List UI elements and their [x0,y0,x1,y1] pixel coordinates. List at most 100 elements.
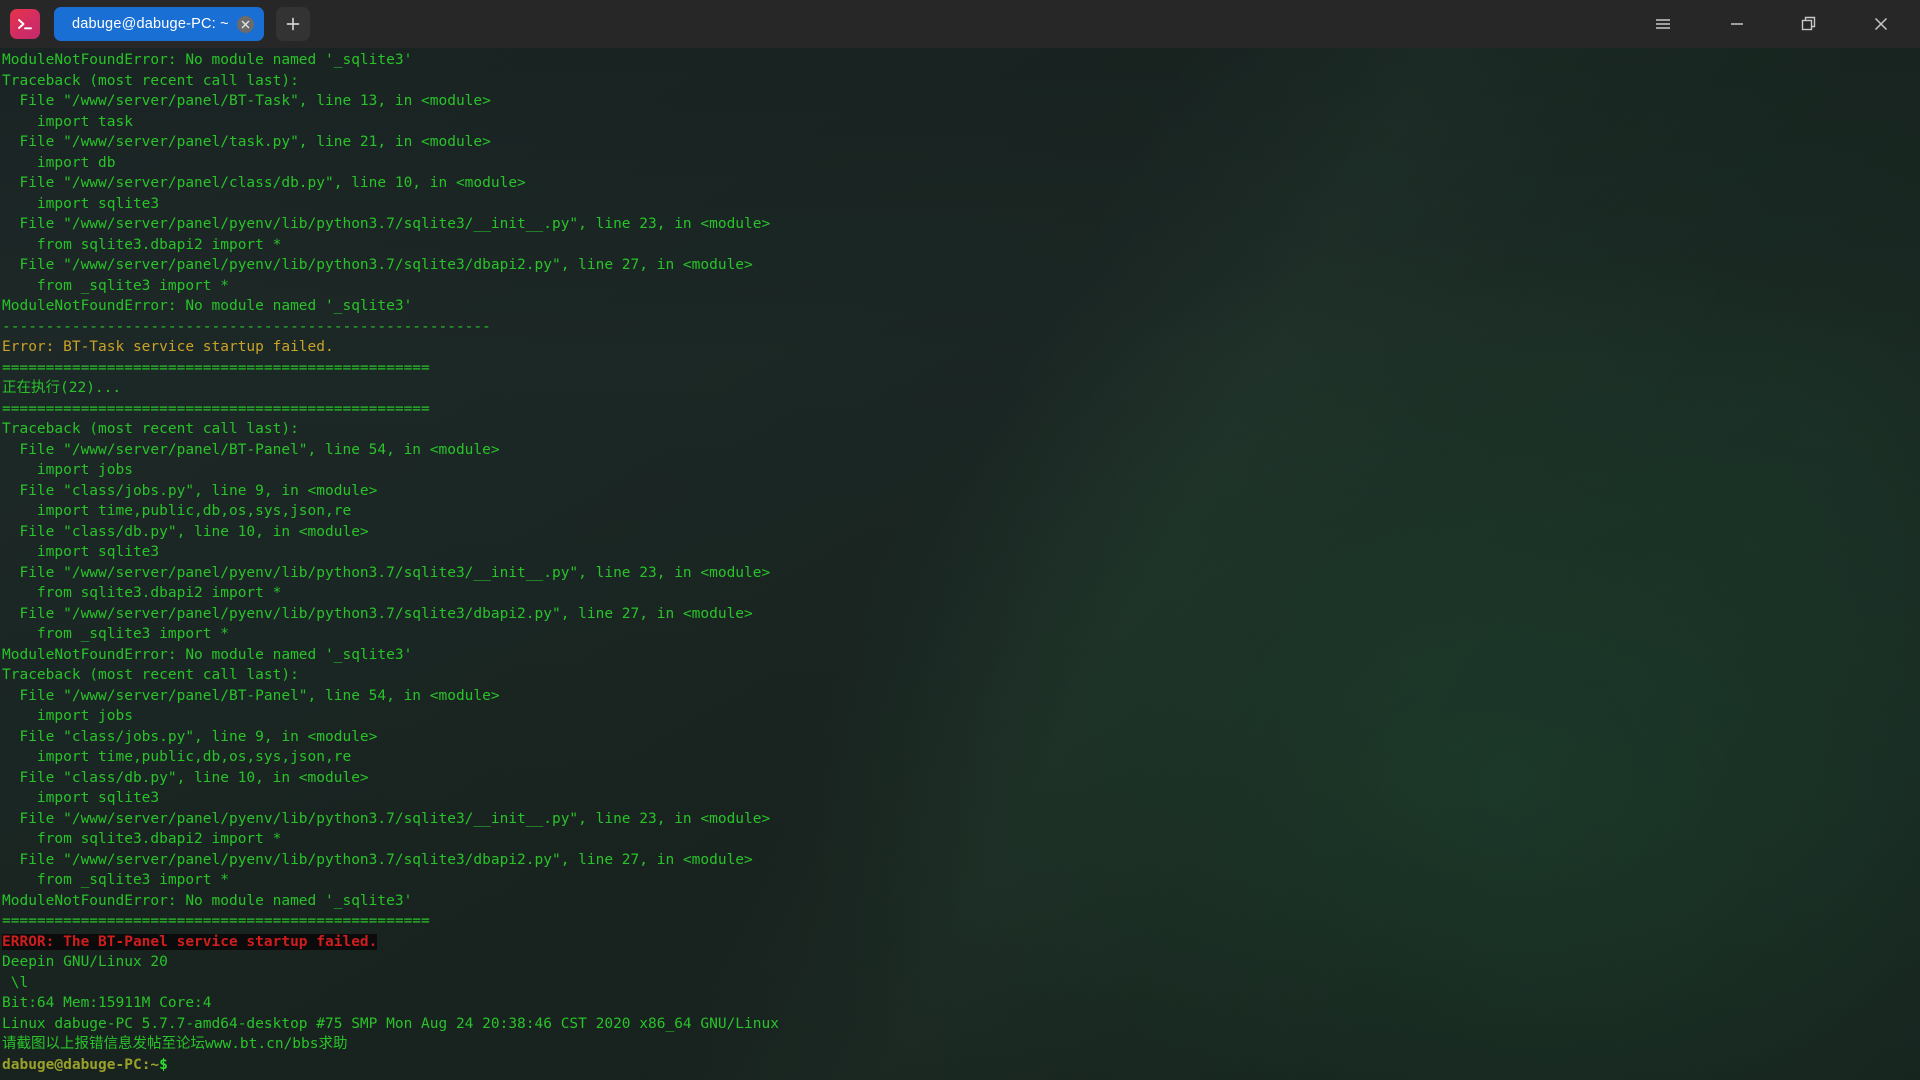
terminal-text: from _sqlite3 import * [2,872,229,888]
terminal-line: import time,public,db,os,sys,json,re [2,501,1920,522]
terminal-text: import time,public,db,os,sys,json,re [2,503,352,519]
terminal-text: ========================================… [2,359,430,376]
terminal-line: Traceback (most recent call last): [2,71,1920,92]
terminal-text: Traceback (most recent call last): [2,421,299,437]
terminal-text: import task [2,113,133,130]
terminal-text: ========================================… [2,913,430,929]
terminal-line: ========================================… [2,911,1920,932]
terminal-text: ModuleNotFoundError: No module named '_s… [2,892,413,909]
terminal-line: ModuleNotFoundError: No module named '_s… [2,645,1920,666]
hamburger-menu-button[interactable] [1640,0,1686,48]
error-message: ERROR: The BT-Panel service startup fail… [2,933,378,950]
terminal-text: File "class/jobs.py", line 9, in <module… [2,482,378,499]
terminal-text: 请截图以上报错信息发帖至论坛www.bt.cn/bbs求助 [2,1036,348,1052]
terminal-line: File "/www/server/panel/task.py", line 2… [2,132,1920,153]
terminal-text: Deepin GNU/Linux 20 [2,954,168,970]
hamburger-menu-icon [1656,19,1670,29]
terminal-text: \l [2,974,29,991]
prompt-user-host: dabuge@dabuge-PC [2,1056,142,1073]
terminal-line: from sqlite3.dbapi2 import * [2,235,1920,256]
tab-strip: dabuge@dabuge-PC: ~ [54,0,310,48]
terminal-line: import sqlite3 [2,788,1920,809]
terminal-line: ERROR: The BT-Panel service startup fail… [2,932,1920,953]
minimize-button[interactable] [1714,0,1760,48]
terminal-line: File "/www/server/panel/pyenv/lib/python… [2,809,1920,830]
terminal-line: from _sqlite3 import * [2,870,1920,891]
terminal-line: import db [2,153,1920,174]
terminal-line: File "class/db.py", line 10, in <module> [2,768,1920,789]
terminal-text: import time,public,db,os,sys,json,re [2,749,352,765]
title-bar: dabuge@dabuge-PC: ~ [0,0,1920,48]
terminal-text: import sqlite3 [2,544,160,560]
terminal-text: File "class/jobs.py", line 9, in <module… [2,728,378,745]
terminal-line: File "/www/server/panel/pyenv/lib/python… [2,214,1920,235]
terminal-text: File "/www/server/panel/pyenv/lib/python… [2,216,771,232]
terminal-line: import jobs [2,460,1920,481]
terminal-text: ModuleNotFoundError: No module named '_s… [2,52,413,68]
terminal-line: File "/www/server/panel/class/db.py", li… [2,173,1920,194]
terminal-body[interactable]: ModuleNotFoundError: No module named '_s… [0,48,1920,1080]
tab-dabuge-home[interactable]: dabuge@dabuge-PC: ~ [54,7,264,41]
terminal-line: 正在执行(22)... [2,378,1920,399]
terminal-line: Traceback (most recent call last): [2,665,1920,686]
terminal-text: ModuleNotFoundError: No module named '_s… [2,298,413,314]
terminal-text: ----------------------------------------… [2,318,491,335]
terminal-line: ModuleNotFoundError: No module named '_s… [2,50,1920,71]
terminal-text: Error: BT-Task service startup failed. [2,339,334,355]
terminal-line: from sqlite3.dbapi2 import * [2,829,1920,850]
terminal-line: File "/www/server/panel/BT-Panel", line … [2,686,1920,707]
shell-prompt[interactable]: dabuge@dabuge-PC:~$ [2,1055,1920,1076]
terminal-line: Deepin GNU/Linux 20 [2,952,1920,973]
terminal-output: ModuleNotFoundError: No module named '_s… [0,48,1920,1075]
terminal-line: ModuleNotFoundError: No module named '_s… [2,891,1920,912]
terminal-line: import sqlite3 [2,194,1920,215]
terminal-text: from _sqlite3 import * [2,277,229,294]
terminal-line: \l [2,973,1920,994]
terminal-text: import jobs [2,462,133,478]
new-tab-button[interactable] [275,7,310,41]
terminal-line: File "class/jobs.py", line 9, in <module… [2,481,1920,502]
terminal-text: File "/www/server/panel/pyenv/lib/python… [2,564,771,581]
terminal-window: dabuge@dabuge-PC: ~ ModuleNotFoundError:… [0,0,1920,1080]
terminal-line: File "/www/server/panel/pyenv/lib/python… [2,604,1920,625]
terminal-line: import jobs [2,706,1920,727]
terminal-text: Traceback (most recent call last): [2,72,299,89]
terminal-text: import jobs [2,708,133,724]
maximize-button[interactable] [1786,0,1832,48]
terminal-text: File "/www/server/panel/task.py", line 2… [2,134,491,150]
terminal-line: from sqlite3.dbapi2 import * [2,583,1920,604]
terminal-line: from _sqlite3 import * [2,624,1920,645]
terminal-text: File "/www/server/panel/pyenv/lib/python… [2,257,753,273]
terminal-text: File "class/db.py", line 10, in <module> [2,769,369,786]
terminal-line: ========================================… [2,399,1920,420]
tab-label: dabuge@dabuge-PC: ~ [72,16,229,32]
minimize-icon [1731,23,1743,25]
terminal-text: Linux dabuge-PC 5.7.7-amd64-desktop #75 … [2,1015,779,1032]
prompt-symbol: $ [159,1056,168,1073]
terminal-text: ModuleNotFoundError: No module named '_s… [2,646,413,663]
terminal-text: File "/www/server/panel/BT-Panel", line … [2,441,500,458]
terminal-text: from sqlite3.dbapi2 import * [2,236,282,253]
terminal-line: Error: BT-Task service startup failed. [2,337,1920,358]
terminal-text: Traceback (most recent call last): [2,667,299,683]
terminal-line: ========================================… [2,358,1920,379]
terminal-line: File "/www/server/panel/BT-Task", line 1… [2,91,1920,112]
terminal-text: from _sqlite3 import * [2,626,229,642]
close-button[interactable] [1858,0,1904,48]
terminal-line: Traceback (most recent call last): [2,419,1920,440]
terminal-text: Bit:64 Mem:15911M Core:4 [2,995,212,1011]
close-icon[interactable] [236,15,254,33]
terminal-text: File "/www/server/panel/BT-Panel", line … [2,687,500,704]
terminal-text: File "/www/server/panel/class/db.py", li… [2,175,526,191]
terminal-line: Linux dabuge-PC 5.7.7-amd64-desktop #75 … [2,1014,1920,1035]
terminal-line: File "/www/server/panel/BT-Panel", line … [2,440,1920,461]
terminal-line: File "/www/server/panel/pyenv/lib/python… [2,255,1920,276]
close-icon [1874,17,1888,31]
terminal-text: ========================================… [2,400,430,417]
terminal-line: import time,public,db,os,sys,json,re [2,747,1920,768]
terminal-line: ModuleNotFoundError: No module named '_s… [2,296,1920,317]
terminal-line: File "/www/server/panel/pyenv/lib/python… [2,850,1920,871]
maximize-icon [1801,16,1816,31]
terminal-text: File "/www/server/panel/pyenv/lib/python… [2,810,771,827]
terminal-line: Bit:64 Mem:15911M Core:4 [2,993,1920,1014]
